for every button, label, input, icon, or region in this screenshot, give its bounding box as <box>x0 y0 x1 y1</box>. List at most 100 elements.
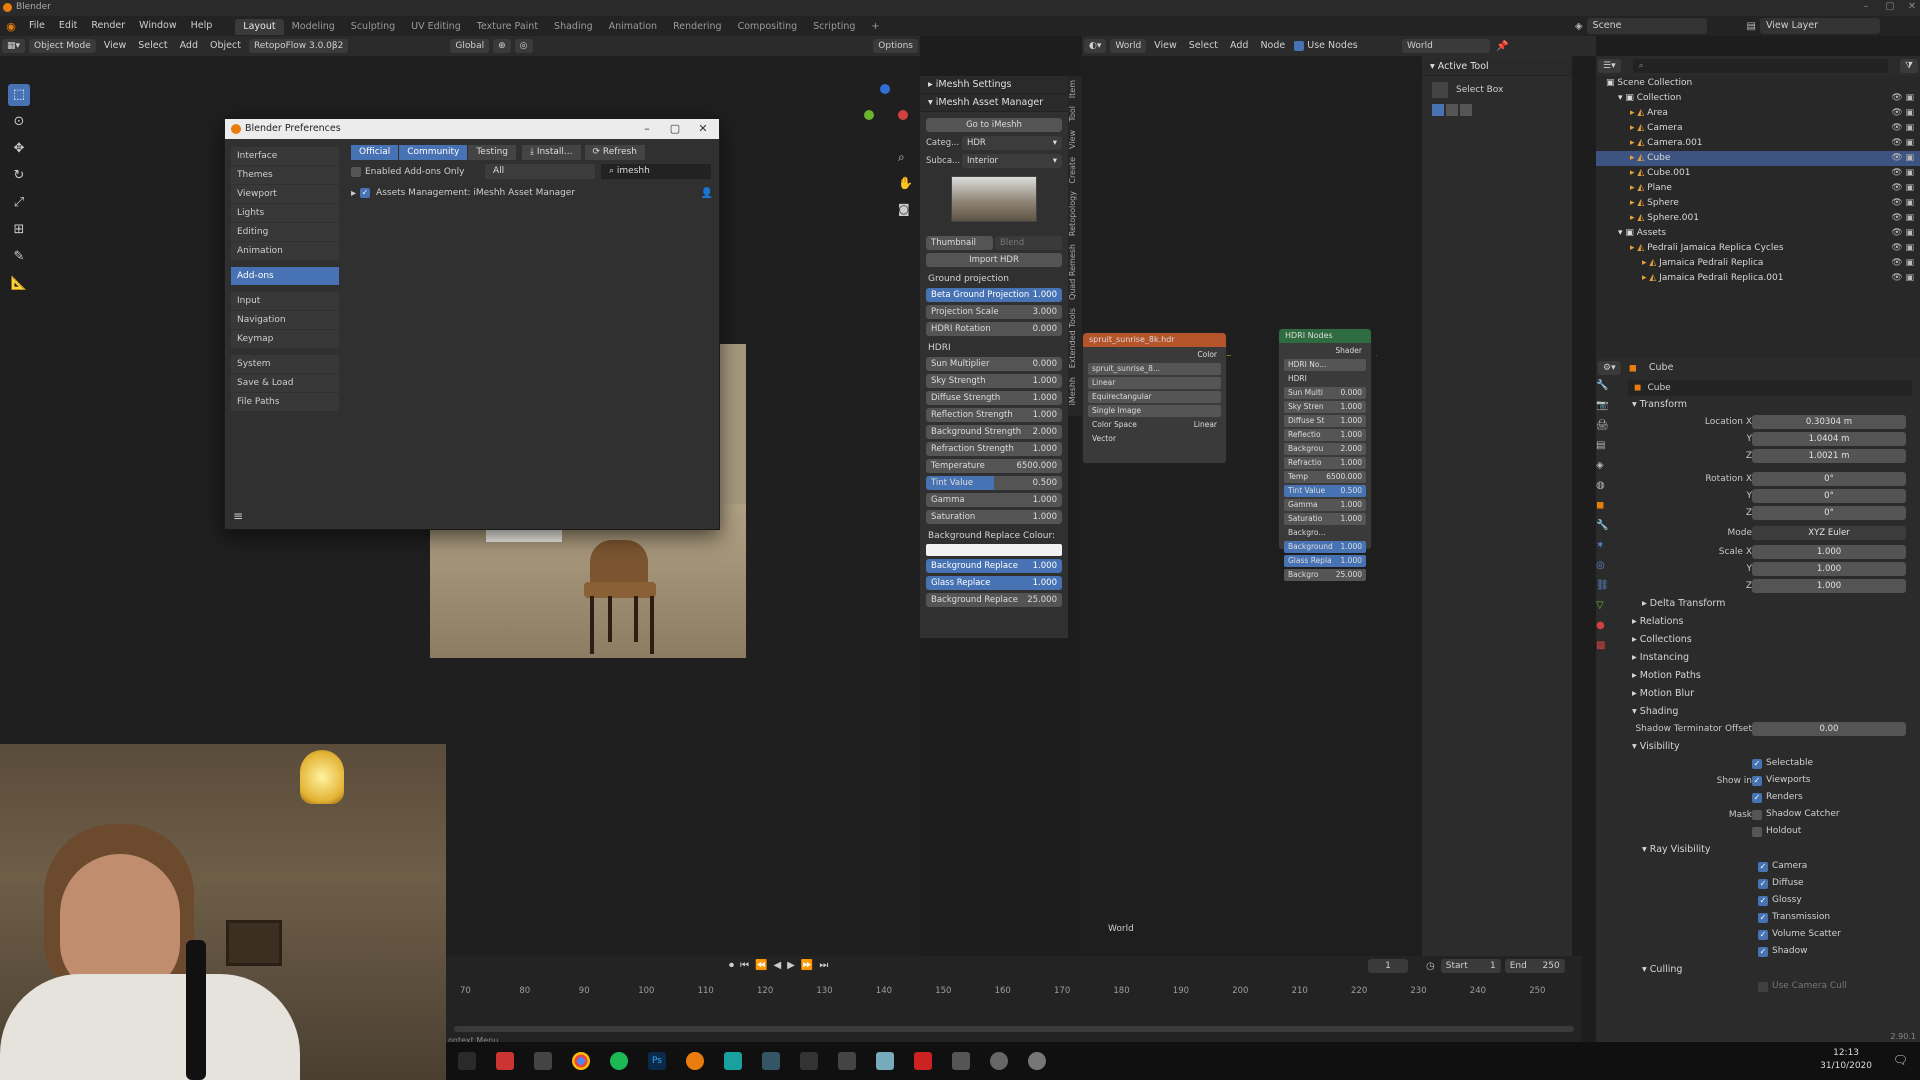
editor-type-icon[interactable]: ◐▾ <box>1084 39 1107 53</box>
editor-type-icon[interactable]: ⚙▾ <box>1598 361 1621 375</box>
rotate-tool-icon[interactable]: ↻ <box>8 165 30 187</box>
hdri-node-input-13[interactable]: Backgro 25.000 <box>1284 569 1366 581</box>
select-box-tool-icon[interactable]: ⬚ <box>8 84 30 106</box>
holdout-checkbox[interactable] <box>1752 827 1762 837</box>
world-tab-icon[interactable]: ◍ <box>1596 480 1616 500</box>
visibility-eye-icon[interactable]: 👁 ▣ <box>1891 256 1914 271</box>
system-clock[interactable]: 12:13 31/10/2020 <box>1820 1047 1872 1073</box>
gizmo-x-icon[interactable] <box>898 110 908 120</box>
active-tool-header[interactable]: ▾ Active Tool <box>1422 58 1572 76</box>
maximize-icon[interactable]: ▢ <box>661 119 689 139</box>
visibility-eye-icon[interactable]: 👁 ▣ <box>1891 181 1914 196</box>
tool-tab-icon[interactable]: 🔧 <box>1596 380 1616 400</box>
hdri-node-input-0[interactable]: Sun Multi 0.000 <box>1284 387 1366 399</box>
blender-menu-icon[interactable]: ◉ <box>0 20 22 33</box>
nav-navigation[interactable]: Navigation <box>231 311 339 329</box>
app-icon[interactable] <box>990 1052 1008 1070</box>
visibility-eye-icon[interactable]: 👁 ▣ <box>1891 166 1914 181</box>
jump-start-icon[interactable]: ⏮ <box>740 960 749 971</box>
particles-tab-icon[interactable]: ✶ <box>1596 540 1616 560</box>
camera-view-icon[interactable]: ◙ <box>898 202 910 216</box>
hdri-node-input-10[interactable]: Backgro... <box>1284 527 1366 539</box>
outliner-item[interactable]: ▸ ◭ Pedrali Jamaica Replica Cycles 👁 ▣ <box>1596 241 1920 256</box>
blend-button[interactable]: Blend <box>995 236 1062 250</box>
app-icon[interactable] <box>838 1052 856 1070</box>
visibility-eye-icon[interactable]: 👁 ▣ <box>1891 151 1914 166</box>
nav-themes[interactable]: Themes <box>231 166 339 184</box>
visibility-eye-icon[interactable]: 👁 ▣ <box>1891 91 1914 106</box>
preferences-window[interactable]: Blender Preferences – ▢ ✕ Interface Them… <box>224 118 720 530</box>
environment-texture-node[interactable]: spruit_sunrise_8k.hdr Color spruit_sunri… <box>1082 332 1227 464</box>
menu-select[interactable]: Select <box>132 36 173 56</box>
app-icon[interactable] <box>762 1052 780 1070</box>
scale-tool-icon[interactable]: ⤢ <box>8 192 30 214</box>
notification-icon[interactable]: 🗨 <box>1893 1053 1908 1067</box>
hdri-node-input-12[interactable]: Glass Repla 1.000 <box>1284 555 1366 567</box>
node-editor[interactable]: spruit_sunrise_8k.hdr Color spruit_sunri… <box>1082 56 1422 956</box>
slider-hdri_sliders-5[interactable]: Refraction Strength 1.000 <box>926 442 1062 456</box>
navigation-gizmo[interactable] <box>860 84 920 144</box>
outliner-root[interactable]: ▣ Scene Collection <box>1596 76 1920 91</box>
next-key-icon[interactable]: ⏩ <box>801 960 813 971</box>
imeshh-settings-header[interactable]: ▸ iMeshh Settings <box>920 76 1068 94</box>
scale-y-field[interactable]: 1.000 <box>1752 562 1906 576</box>
env-node-color-space[interactable]: Color Space Linear <box>1088 419 1221 431</box>
tab-testing[interactable]: Testing <box>468 145 516 160</box>
slider-hdri_sliders-2[interactable]: Diffuse Strength 1.000 <box>926 391 1062 405</box>
slider-ground_sliders-2[interactable]: HDRI Rotation 0.000 <box>926 322 1062 336</box>
snap-icon[interactable]: ⊕ <box>493 39 511 53</box>
nav-save-load[interactable]: Save & Load <box>231 374 339 392</box>
section-motion-paths[interactable]: ▸ Motion Paths <box>1620 667 1920 685</box>
object-tab-icon[interactable]: ◼ <box>1596 500 1616 520</box>
culling-header[interactable]: ▾ Culling <box>1620 961 1920 979</box>
slider-hdri_sliders-4[interactable]: Background Strength 2.000 <box>926 425 1062 439</box>
proportional-icon[interactable]: ◎ <box>514 39 533 53</box>
thumbnail-button[interactable]: Thumbnail <box>926 236 993 250</box>
pan-hand-icon[interactable]: ✋ <box>898 176 913 190</box>
section-collections[interactable]: ▸ Collections <box>1620 631 1920 649</box>
slider-hdri_sliders-6[interactable]: Temperature 6500.000 <box>926 459 1062 473</box>
spotify-icon[interactable] <box>610 1052 628 1070</box>
env-node-interp[interactable]: Linear <box>1088 377 1221 389</box>
slider-hdri_sliders-9[interactable]: Saturation 1.000 <box>926 510 1062 524</box>
visibility-section-header[interactable]: ▾ Visibility <box>1620 738 1920 756</box>
expand-arrow-icon[interactable]: ▸ <box>351 188 356 199</box>
menu-object[interactable]: Object <box>204 36 247 56</box>
rotation-z-field[interactable]: 0° <box>1752 506 1906 520</box>
scale-x-field[interactable]: 1.000 <box>1752 545 1906 559</box>
end-frame-field[interactable]: End 250 <box>1504 959 1565 973</box>
app-icon[interactable] <box>800 1052 818 1070</box>
section-motion-blur[interactable]: ▸ Motion Blur <box>1620 685 1920 703</box>
options-button[interactable]: Options <box>873 39 918 53</box>
shadow-offset-field[interactable]: 0.00 <box>1752 722 1906 736</box>
sidebar-tab-5[interactable]: Quad Remesh <box>1068 240 1082 304</box>
prev-key-icon[interactable]: ⏪ <box>755 960 767 971</box>
object-mode-selector[interactable]: Object Mode <box>29 39 96 53</box>
tab-uv-editing[interactable]: UV Editing <box>403 19 469 35</box>
current-frame-field[interactable]: 1 <box>1368 959 1408 973</box>
scene-selector[interactable]: Scene <box>1586 18 1707 34</box>
modifier-tab-icon[interactable]: 🔧 <box>1596 520 1616 540</box>
blender-taskbar-icon[interactable] <box>686 1052 704 1070</box>
view-layer-selector[interactable]: View Layer <box>1760 18 1880 34</box>
location-y-field[interactable]: 1.0404 m <box>1752 432 1906 446</box>
rotation-mode-dropdown[interactable]: XYZ Euler <box>1752 526 1906 540</box>
nav-editing[interactable]: Editing <box>231 223 339 241</box>
physics-tab-icon[interactable]: ◎ <box>1596 560 1616 580</box>
use-nodes-checkbox[interactable] <box>1294 41 1305 51</box>
app-icon[interactable] <box>1028 1052 1046 1070</box>
ray-visibility-header[interactable]: ▾ Ray Visibility <box>1620 841 1920 859</box>
ray-checkbox[interactable]: ✓ <box>1758 930 1768 940</box>
scene-tab-icon[interactable]: ◈ <box>1596 460 1616 480</box>
minimize-icon[interactable]: – <box>1856 1 1876 12</box>
move-tool-icon[interactable]: ✥ <box>8 138 30 160</box>
hdri-node-input-11[interactable]: Background 1.000 <box>1284 541 1366 553</box>
app-icon[interactable] <box>496 1052 514 1070</box>
nav-keymap[interactable]: Keymap <box>231 330 339 348</box>
rotation-y-field[interactable]: 0° <box>1752 489 1906 503</box>
close-icon[interactable]: ✕ <box>1902 1 1920 12</box>
addon-search-input[interactable]: ⌕ imeshh <box>601 164 711 179</box>
transform-tool-icon[interactable]: ⊞ <box>8 219 30 241</box>
ray-checkbox[interactable]: ✓ <box>1758 879 1768 889</box>
timeline[interactable]: ⏺ ⏮ ⏪ ◀ ▶ ⏩ ⏭ 1 ◷ Start 1 End 250 70 80 90 10… <box>446 956 1582 1042</box>
